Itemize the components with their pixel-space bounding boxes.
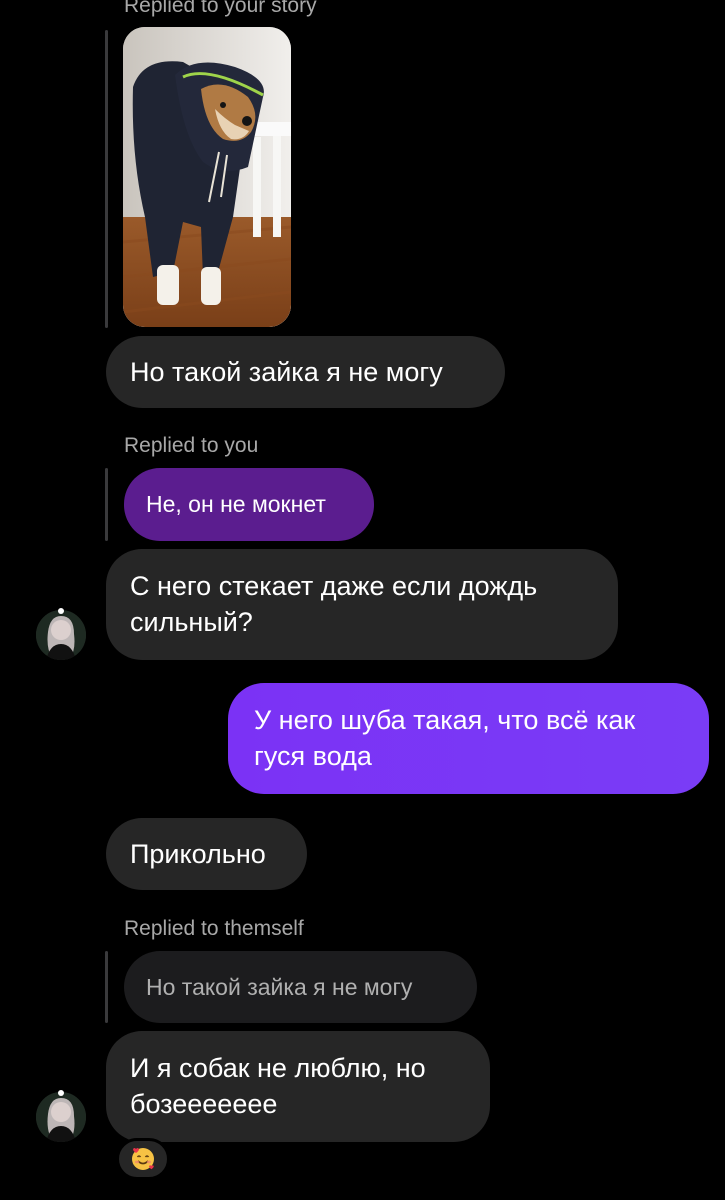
message-text: У него шуба такая, что всё как гуся вода [254,705,636,771]
message-bubble-incoming[interactable]: И я собак не люблю, но бозеееееее [106,1031,490,1142]
online-indicator [58,608,64,614]
reply-indicator-bar [105,468,108,541]
message-reaction[interactable] [116,1138,170,1180]
contact-avatar-image [36,1092,86,1142]
quoted-message-incoming[interactable]: Но такой зайка я не могу [124,951,477,1023]
message-text: Но такой зайка я не могу [130,357,443,387]
dog-in-hoodie-image [123,27,291,327]
message-bubble-incoming[interactable]: Прикольно [106,818,307,890]
message-bubble-incoming[interactable]: С него стекает даже если дождь сильный? [106,549,618,660]
smiling-face-with-hearts-icon [132,1148,154,1170]
story-reply-label: Replied to your story [124,0,317,17]
reply-indicator-bar [105,951,108,1023]
quoted-message-text: Не, он не мокнет [146,491,326,517]
replied-to-themself-label: Replied to themself [124,917,304,940]
contact-avatar[interactable] [36,1092,86,1142]
quoted-message-outgoing[interactable]: Не, он не мокнет [124,468,374,541]
quoted-message-text: Но такой зайка я не могу [146,974,413,1000]
contact-avatar[interactable] [36,610,86,660]
replied-to-you-label: Replied to you [124,434,259,457]
online-indicator [58,1090,64,1096]
contact-avatar-image [36,610,86,660]
message-bubble-incoming[interactable]: Но такой зайка я не могу [106,336,505,408]
message-bubble-outgoing[interactable]: У него шуба такая, что всё как гуся вода [228,683,709,794]
story-thumbnail[interactable] [123,27,291,327]
message-text: Прикольно [130,839,266,869]
message-text: С него стекает даже если дождь сильный? [130,571,538,637]
message-text: И я собак не люблю, но бозеееееее [130,1053,426,1119]
reply-indicator-bar [105,30,108,328]
